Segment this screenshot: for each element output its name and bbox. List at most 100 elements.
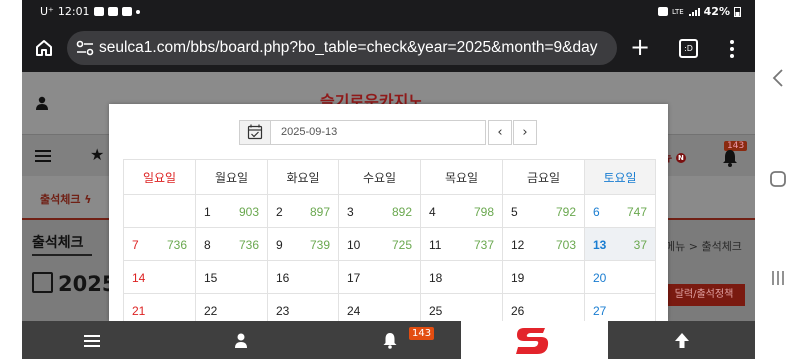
calendar-day-cell[interactable]: 24 <box>338 293 421 321</box>
day-number: 18 <box>429 271 443 285</box>
user-icon[interactable] <box>36 96 48 110</box>
calendar-day-cell[interactable]: 27 <box>584 293 656 321</box>
weekday-header: 일요일 <box>123 159 196 195</box>
notification-icon-2 <box>121 7 132 16</box>
calendar-day-cell[interactable]: 3 892 <box>338 194 421 228</box>
new-tab-button[interactable]: + <box>628 35 652 60</box>
day-number: 12 <box>511 238 525 252</box>
day-number: 15 <box>204 271 218 285</box>
calendar-body: 1 903 2 897 3 892 4 798 5 792 6 747 7 736 8 736 9 739 10 72… <box>123 194 656 321</box>
calendar-year-heading: 2025 <box>32 272 116 296</box>
calendar-day-cell[interactable]: 17 <box>338 260 421 294</box>
bell-icon[interactable] <box>722 149 738 167</box>
favorite-icon[interactable]: ★ <box>90 145 104 164</box>
day-number: 25 <box>429 304 443 318</box>
weekday-header: 금요일 <box>502 159 585 195</box>
calendar-day-cell[interactable]: 23 <box>267 293 339 321</box>
more-dot-icon <box>135 9 140 14</box>
attendance-count: 897 <box>309 205 330 219</box>
browser-menu-button[interactable] <box>726 38 738 60</box>
calendar-week-row: 21 22 23 24 25 26 27 <box>123 293 656 321</box>
prev-month-button[interactable]: ‹ <box>488 120 512 145</box>
calendar-day-cell[interactable]: 4 798 <box>420 194 503 228</box>
date-picker-popup: 2025-09-13 ‹ › 일요일 월요일 화요일 수요일 목요일 금요일 토… <box>109 104 668 321</box>
attendance-count: 892 <box>391 205 412 219</box>
clock: 12:01 <box>57 5 90 18</box>
notification-icon <box>107 7 118 16</box>
day-number: 3 <box>347 205 354 219</box>
calendar-day-cell[interactable]: 26 <box>502 293 585 321</box>
alarm-icon <box>658 7 669 16</box>
day-number: 26 <box>511 304 525 318</box>
bottom-nav <box>22 321 755 359</box>
calendar-day-cell[interactable]: 10 725 <box>338 227 421 261</box>
chat-icon <box>93 7 104 16</box>
day-number: 14 <box>132 271 146 285</box>
calendar-icon <box>32 272 53 293</box>
day-number: 8 <box>204 238 211 252</box>
url-text: seulca1.com/bbs/board.php?bo_table=check… <box>99 39 598 56</box>
calendar-year: 2025 <box>58 272 117 296</box>
browser-toolbar: seulca1.com/bbs/board.php?bo_table=check… <box>22 26 755 72</box>
day-number: 9 <box>276 238 283 252</box>
bottom-user-icon[interactable] <box>234 321 248 359</box>
calendar-day-cell[interactable]: 11 737 <box>420 227 503 261</box>
calendar-day-cell[interactable]: 20 <box>584 260 656 294</box>
menu-icon[interactable] <box>35 150 51 162</box>
calendar-day-cell[interactable]: 2 897 <box>267 194 339 228</box>
day-number: 5 <box>511 205 518 219</box>
day-number: 10 <box>347 238 361 252</box>
new-dot-icon: N <box>675 153 686 163</box>
day-number: 24 <box>347 304 361 318</box>
attendance-count: 792 <box>555 205 576 219</box>
calendar-check-icon <box>247 124 263 140</box>
bottom-menu-icon[interactable] <box>84 321 100 359</box>
day-number: 20 <box>593 271 607 285</box>
tab-attendance[interactable]: 출석체크 ϟ <box>40 191 92 207</box>
day-number: 2 <box>276 205 283 219</box>
calendar-day-cell[interactable]: 13 37 <box>584 227 656 261</box>
calendar-policy-button[interactable]: 달력/출석정책 <box>663 284 745 306</box>
calendar-day-cell[interactable]: 14 <box>123 260 196 294</box>
date-input[interactable]: 2025-09-13 <box>271 120 486 145</box>
calendar-day-cell[interactable]: 25 <box>420 293 503 321</box>
calendar-week-row: 7 736 8 736 9 739 10 725 11 737 12 703 13 37 <box>123 227 656 261</box>
calendar-day-cell[interactable]: 12 703 <box>502 227 585 261</box>
calendar-day-cell[interactable]: 9 739 <box>267 227 339 261</box>
bottom-bell-icon[interactable] <box>382 321 398 359</box>
site-settings-icon[interactable] <box>76 40 94 56</box>
weekday-header: 토요일 <box>584 159 656 195</box>
attendance-count: 725 <box>391 238 412 252</box>
calendar-day-cell[interactable]: 22 <box>195 293 268 321</box>
recents-icon[interactable] <box>769 268 787 288</box>
battery-level: 42% <box>703 5 730 18</box>
calendar-day-cell[interactable]: 8 736 <box>195 227 268 261</box>
calendar-day-cell[interactable]: 7 736 <box>123 227 196 261</box>
calendar-day-cell[interactable]: 5 792 <box>502 194 585 228</box>
home-nav-icon[interactable] <box>769 170 787 188</box>
back-icon[interactable] <box>771 68 785 88</box>
calendar-day-cell[interactable]: 21 <box>123 293 196 321</box>
site-home-button[interactable] <box>461 321 608 359</box>
calendar-day-cell[interactable]: 15 <box>195 260 268 294</box>
calendar-toggle-button[interactable] <box>239 120 271 145</box>
carrier-label: U⁺ <box>40 5 54 18</box>
weekday-header-row: 일요일 월요일 화요일 수요일 목요일 금요일 토요일 <box>123 159 656 195</box>
tab-switcher-button[interactable]: :D <box>679 39 698 58</box>
site-s-logo-icon <box>516 328 549 354</box>
home-icon[interactable] <box>34 38 54 58</box>
attendance-count: 736 <box>166 238 187 252</box>
calendar-day-cell[interactable]: 18 <box>420 260 503 294</box>
next-month-button[interactable]: › <box>513 120 537 145</box>
calendar-day-cell[interactable]: 1 903 <box>195 194 268 228</box>
scroll-top-icon[interactable] <box>674 321 690 359</box>
calendar-day-cell[interactable]: 6 747 <box>584 194 656 228</box>
calendar-day-cell[interactable]: 19 <box>502 260 585 294</box>
address-bar[interactable]: seulca1.com/bbs/board.php?bo_table=check… <box>67 31 617 65</box>
phone-screen: U⁺ 12:01 LTE 42% seulca1.com/bbs/board.p… <box>22 0 755 359</box>
title-underline <box>32 254 92 256</box>
day-number: 21 <box>132 304 146 318</box>
calendar-day-cell[interactable]: 16 <box>267 260 339 294</box>
status-bar: U⁺ 12:01 LTE 42% <box>22 0 755 26</box>
android-nav-bar <box>755 0 800 359</box>
